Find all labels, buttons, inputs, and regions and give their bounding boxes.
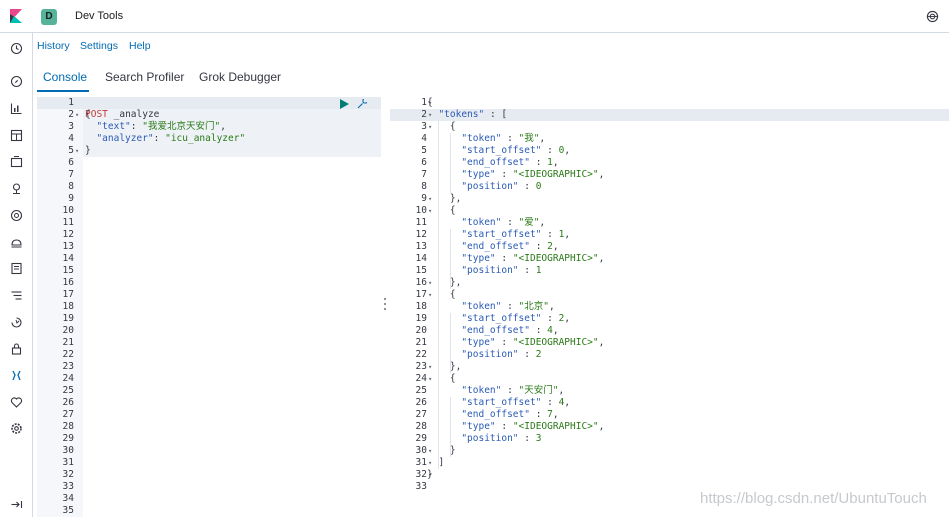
recent-clock-icon[interactable] xyxy=(10,42,23,55)
monitoring-heart-icon[interactable] xyxy=(10,396,23,409)
request-json-key: "analyzer" xyxy=(96,133,154,144)
request-json-value: "icu_analyzer" xyxy=(165,133,246,144)
uptime-icon[interactable] xyxy=(10,316,23,329)
tab-console[interactable]: Console xyxy=(43,70,87,84)
request-editor[interactable]: 1 2 ▾ 3 4 5 ▾ 6 7 8 9 10 11 12 13 14 15 16 17 18 19 20 21 22 23 2… xyxy=(37,97,381,517)
response-json-key: "start_offset" xyxy=(461,313,542,324)
response-json-value: "<IDEOGRAPHIC>" xyxy=(512,421,599,432)
fold-chevron-icon[interactable]: ▾ xyxy=(75,145,79,157)
page-title: Dev Tools xyxy=(75,10,124,22)
response-json-key: "type" xyxy=(461,253,496,264)
management-gear-icon[interactable] xyxy=(10,422,23,435)
response-json-key: "start_offset" xyxy=(461,397,542,408)
response-json-value: "我" xyxy=(518,133,540,144)
response-json-key: "token" xyxy=(461,217,502,228)
siem-lock-icon[interactable] xyxy=(10,342,23,355)
response-json-key: "position" xyxy=(461,349,519,360)
request-code-line: { xyxy=(85,109,91,120)
indent-guide xyxy=(438,121,439,469)
dev-tools-tabs: Console Search Profiler Grok Debugger xyxy=(33,62,949,93)
ml-icon[interactable] xyxy=(10,209,23,222)
response-json-value: "爱" xyxy=(518,217,540,228)
response-json-value: "<IDEOGRAPHIC>" xyxy=(512,337,599,348)
indent-guide xyxy=(450,397,451,457)
active-tab-indicator xyxy=(37,90,89,92)
kibana-logo-icon[interactable] xyxy=(9,9,23,23)
tab-grok-debugger[interactable]: Grok Debugger xyxy=(199,70,281,84)
dev-tools-menu: History Settings Help xyxy=(33,33,949,61)
response-json-value: 1 xyxy=(535,265,542,276)
active-line-highlight xyxy=(37,97,381,109)
maps-icon[interactable] xyxy=(10,182,23,195)
apm-icon[interactable] xyxy=(10,289,23,302)
collapse-nav-icon[interactable] xyxy=(10,498,23,511)
response-json-value: 2 xyxy=(535,349,542,360)
indent-guide xyxy=(450,133,451,193)
response-json-value: 3 xyxy=(535,433,542,444)
response-json-key: "start_offset" xyxy=(461,145,542,156)
response-json-value: "<IDEOGRAPHIC>" xyxy=(512,253,599,264)
canvas-icon[interactable] xyxy=(10,155,23,168)
response-json-value: "<IDEOGRAPHIC>" xyxy=(512,169,599,180)
infrastructure-icon[interactable] xyxy=(10,236,23,249)
dashboard-icon[interactable] xyxy=(10,129,23,142)
dev-tools-wrench-icon[interactable] xyxy=(10,369,23,382)
response-json-key: "position" xyxy=(461,181,519,192)
indent-guide xyxy=(450,313,451,373)
fold-chevron-icon[interactable]: ▾ xyxy=(75,109,79,121)
logs-icon[interactable] xyxy=(10,262,23,275)
request-json-key: "text" xyxy=(96,121,131,132)
response-root-key: "tokens" xyxy=(438,109,485,120)
visualize-chart-icon[interactable] xyxy=(10,102,23,115)
response-json-key: "start_offset" xyxy=(461,229,542,240)
menu-help-link[interactable]: Help xyxy=(129,40,151,52)
indent-guide xyxy=(450,229,451,289)
request-settings-wrench-icon[interactable] xyxy=(357,99,367,109)
response-json-key: "end_offset" xyxy=(461,241,530,252)
response-json-value: 0 xyxy=(535,181,542,192)
response-json-key: "end_offset" xyxy=(461,325,530,336)
request-endpoint: _analyze xyxy=(113,109,160,120)
response-viewer[interactable]: 1 ▾ 2 ▾ 3 ▾ 4 5 6 7 8 9 ▾ 10 ▾ 11 12 13 14 15 16 ▾ 17 ▾ 18 19 20 21… xyxy=(390,97,949,517)
send-request-play-icon[interactable] xyxy=(339,99,349,109)
side-navigation xyxy=(0,33,33,517)
response-json-key: "position" xyxy=(461,265,519,276)
top-header: D Dev Tools xyxy=(0,0,949,33)
response-json-key: "token" xyxy=(461,385,502,396)
panel-resizer-handle[interactable] xyxy=(384,298,387,312)
response-json-key: "end_offset" xyxy=(461,157,530,168)
response-json-key: "position" xyxy=(461,433,519,444)
response-json-value: "天安门" xyxy=(518,385,559,396)
response-json-key: "token" xyxy=(461,133,502,144)
watermark-text: https://blog.csdn.net/UbuntuTouch xyxy=(700,490,927,507)
menu-history-link[interactable]: History xyxy=(37,40,70,52)
space-avatar[interactable]: D xyxy=(41,9,57,25)
discover-compass-icon[interactable] xyxy=(10,75,23,88)
help-globe-icon[interactable] xyxy=(926,10,939,23)
request-json-value: "我爱北京天安门" xyxy=(142,121,221,132)
response-json-key: "end_offset" xyxy=(461,409,530,420)
request-code-line: } xyxy=(85,145,91,156)
response-json-value: "北京" xyxy=(518,301,549,312)
response-json-key: "type" xyxy=(461,337,496,348)
tab-search-profiler[interactable]: Search Profiler xyxy=(105,70,184,84)
response-json-key: "type" xyxy=(461,169,496,180)
menu-settings-link[interactable]: Settings xyxy=(80,40,118,52)
response-json-key: "type" xyxy=(461,421,496,432)
response-json-key: "token" xyxy=(461,301,502,312)
